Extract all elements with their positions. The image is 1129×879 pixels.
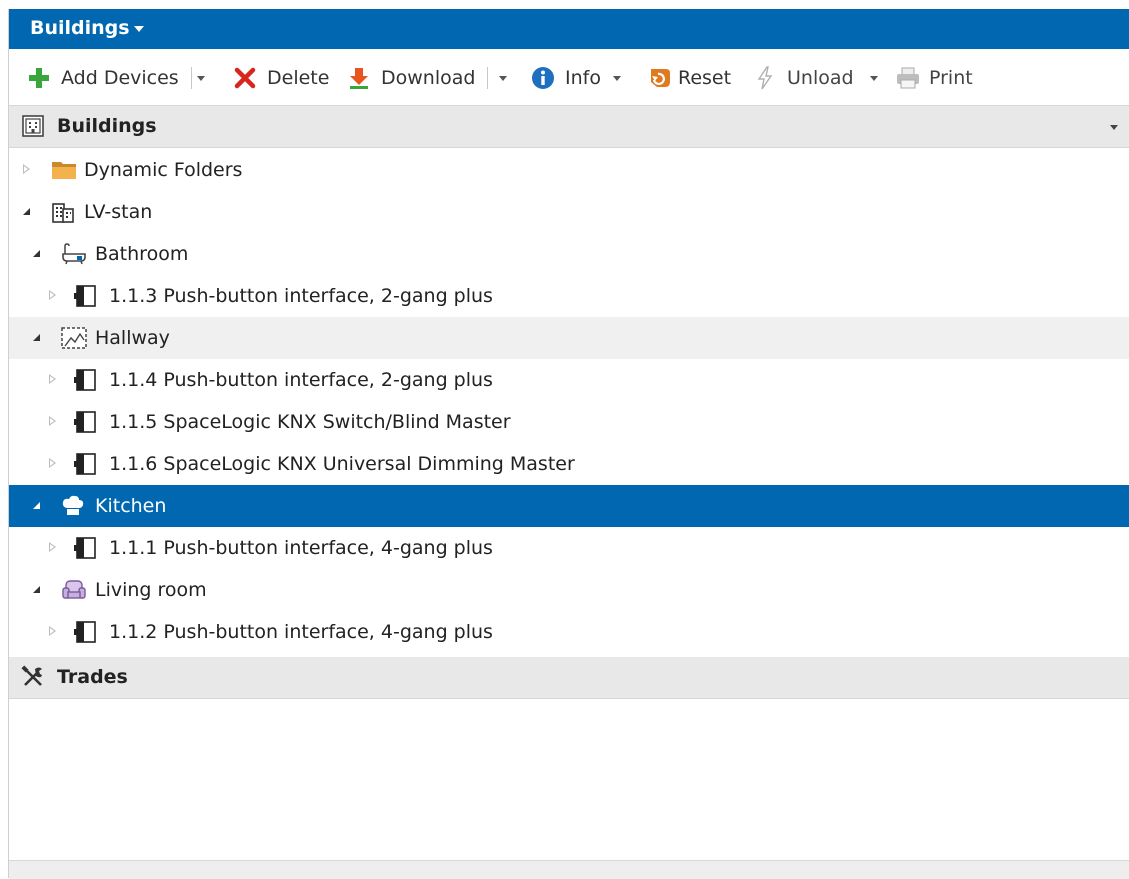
tree-item-living-room[interactable]: Living room xyxy=(9,569,1129,611)
expand-arrow-icon[interactable] xyxy=(23,164,30,174)
expand-arrow-icon[interactable] xyxy=(49,542,56,552)
expand-arrow-icon[interactable] xyxy=(49,626,56,636)
reset-button[interactable]: Reset xyxy=(644,64,731,92)
device-icon xyxy=(73,536,97,560)
tree-item-label: 1.1.5 SpaceLogic KNX Switch/Blind Master xyxy=(109,411,511,433)
info-button[interactable]: Info xyxy=(531,64,601,92)
status-bar xyxy=(9,860,1129,879)
trades-section-header[interactable]: Trades xyxy=(9,657,1129,699)
tree-item-dynamic-folders[interactable]: Dynamic Folders xyxy=(9,149,1129,191)
bathtub-icon xyxy=(61,242,86,266)
download-dropdown-icon[interactable] xyxy=(499,76,507,81)
panel-header[interactable]: Buildings xyxy=(9,9,1129,49)
collapse-arrow-icon[interactable] xyxy=(23,208,30,215)
tree-item-kitchen[interactable]: Kitchen xyxy=(9,485,1129,527)
x-icon xyxy=(233,66,257,90)
buildings-panel: Buildings Add Devices Delete Download In… xyxy=(8,9,1129,879)
expand-arrow-icon[interactable] xyxy=(49,416,56,426)
delete-button[interactable]: Delete xyxy=(233,64,329,92)
tree-item-label: Bathroom xyxy=(95,243,189,265)
tree-item-label: 1.1.6 SpaceLogic KNX Universal Dimming M… xyxy=(109,453,575,475)
print-label: Print xyxy=(929,67,973,89)
collapse-arrow-icon[interactable] xyxy=(33,586,40,593)
unload-label: Unload xyxy=(787,67,854,89)
chevron-down-icon[interactable] xyxy=(1110,125,1118,130)
expand-arrow-icon[interactable] xyxy=(49,374,56,384)
device-icon xyxy=(73,620,97,644)
printer-icon xyxy=(895,66,919,90)
device-icon xyxy=(73,410,97,434)
tree-item-hallway[interactable]: Hallway xyxy=(9,317,1129,359)
expand-arrow-icon[interactable] xyxy=(49,290,56,300)
add-devices-label: Add Devices xyxy=(61,67,179,89)
add-devices-button[interactable]: Add Devices xyxy=(27,64,179,92)
reset-icon xyxy=(644,66,670,90)
unload-dropdown-icon[interactable] xyxy=(870,76,878,81)
download-arrow-icon xyxy=(347,66,371,90)
buildings-section-title: Buildings xyxy=(57,115,157,137)
building-icon xyxy=(21,114,45,138)
tree-item-device-116[interactable]: 1.1.6 SpaceLogic KNX Universal Dimming M… xyxy=(9,443,1129,485)
tools-icon xyxy=(21,665,45,689)
tree-item-label: Kitchen xyxy=(95,495,167,517)
panel-title[interactable]: Buildings xyxy=(30,17,130,39)
building-icon xyxy=(51,200,75,224)
chevron-down-icon[interactable] xyxy=(134,26,144,32)
plus-icon xyxy=(27,66,51,90)
tree-item-label: 1.1.4 Push-button interface, 2-gang plus xyxy=(109,369,493,391)
info-label: Info xyxy=(565,67,601,89)
tree-item-bathroom[interactable]: Bathroom xyxy=(9,233,1129,275)
tree-item-label: Living room xyxy=(95,579,207,601)
info-dropdown-icon[interactable] xyxy=(613,76,621,81)
collapse-arrow-icon[interactable] xyxy=(33,250,40,257)
separator xyxy=(191,67,192,89)
add-devices-dropdown-icon[interactable] xyxy=(197,76,205,81)
tree-item-device-111[interactable]: 1.1.1 Push-button interface, 4-gang plus xyxy=(9,527,1129,569)
hallway-icon xyxy=(61,326,87,350)
buildings-section-header[interactable]: Buildings xyxy=(9,106,1129,148)
folder-icon xyxy=(51,158,76,182)
tree-item-label: LV-stan xyxy=(84,201,153,223)
tree-item-label: Hallway xyxy=(95,327,170,349)
download-button[interactable]: Download xyxy=(347,64,475,92)
reset-label: Reset xyxy=(678,67,732,89)
unload-button[interactable]: Unload xyxy=(753,64,854,92)
device-icon xyxy=(73,368,97,392)
tree-item-device-114[interactable]: 1.1.4 Push-button interface, 2-gang plus xyxy=(9,359,1129,401)
tree-item-label: Dynamic Folders xyxy=(84,159,243,181)
collapse-arrow-icon[interactable] xyxy=(33,502,40,509)
tree-item-device-112[interactable]: 1.1.2 Push-button interface, 4-gang plus xyxy=(9,611,1129,653)
trades-section-title: Trades xyxy=(57,666,128,688)
info-icon xyxy=(531,66,555,90)
tree-item-device-113[interactable]: 1.1.3 Push-button interface, 2-gang plus xyxy=(9,275,1129,317)
print-button[interactable]: Print xyxy=(895,64,973,92)
download-label: Download xyxy=(381,67,476,89)
armchair-icon xyxy=(61,578,86,602)
tree-item-label: 1.1.1 Push-button interface, 4-gang plus xyxy=(109,537,493,559)
device-icon xyxy=(73,452,97,476)
separator xyxy=(487,67,488,89)
tree-item-label: 1.1.2 Push-button interface, 4-gang plus xyxy=(109,621,493,643)
device-icon xyxy=(73,284,97,308)
delete-label: Delete xyxy=(267,67,330,89)
tree-item-label: 1.1.3 Push-button interface, 2-gang plus xyxy=(109,285,493,307)
expand-arrow-icon[interactable] xyxy=(49,458,56,468)
collapse-arrow-icon[interactable] xyxy=(33,334,40,341)
tree-item-lv-stan[interactable]: LV-stan xyxy=(9,191,1129,233)
toolbar: Add Devices Delete Download Info Reset U… xyxy=(9,49,1129,106)
tree-item-device-115[interactable]: 1.1.5 SpaceLogic KNX Switch/Blind Master xyxy=(9,401,1129,443)
lightning-icon xyxy=(753,66,777,90)
chef-hat-icon xyxy=(61,494,85,518)
